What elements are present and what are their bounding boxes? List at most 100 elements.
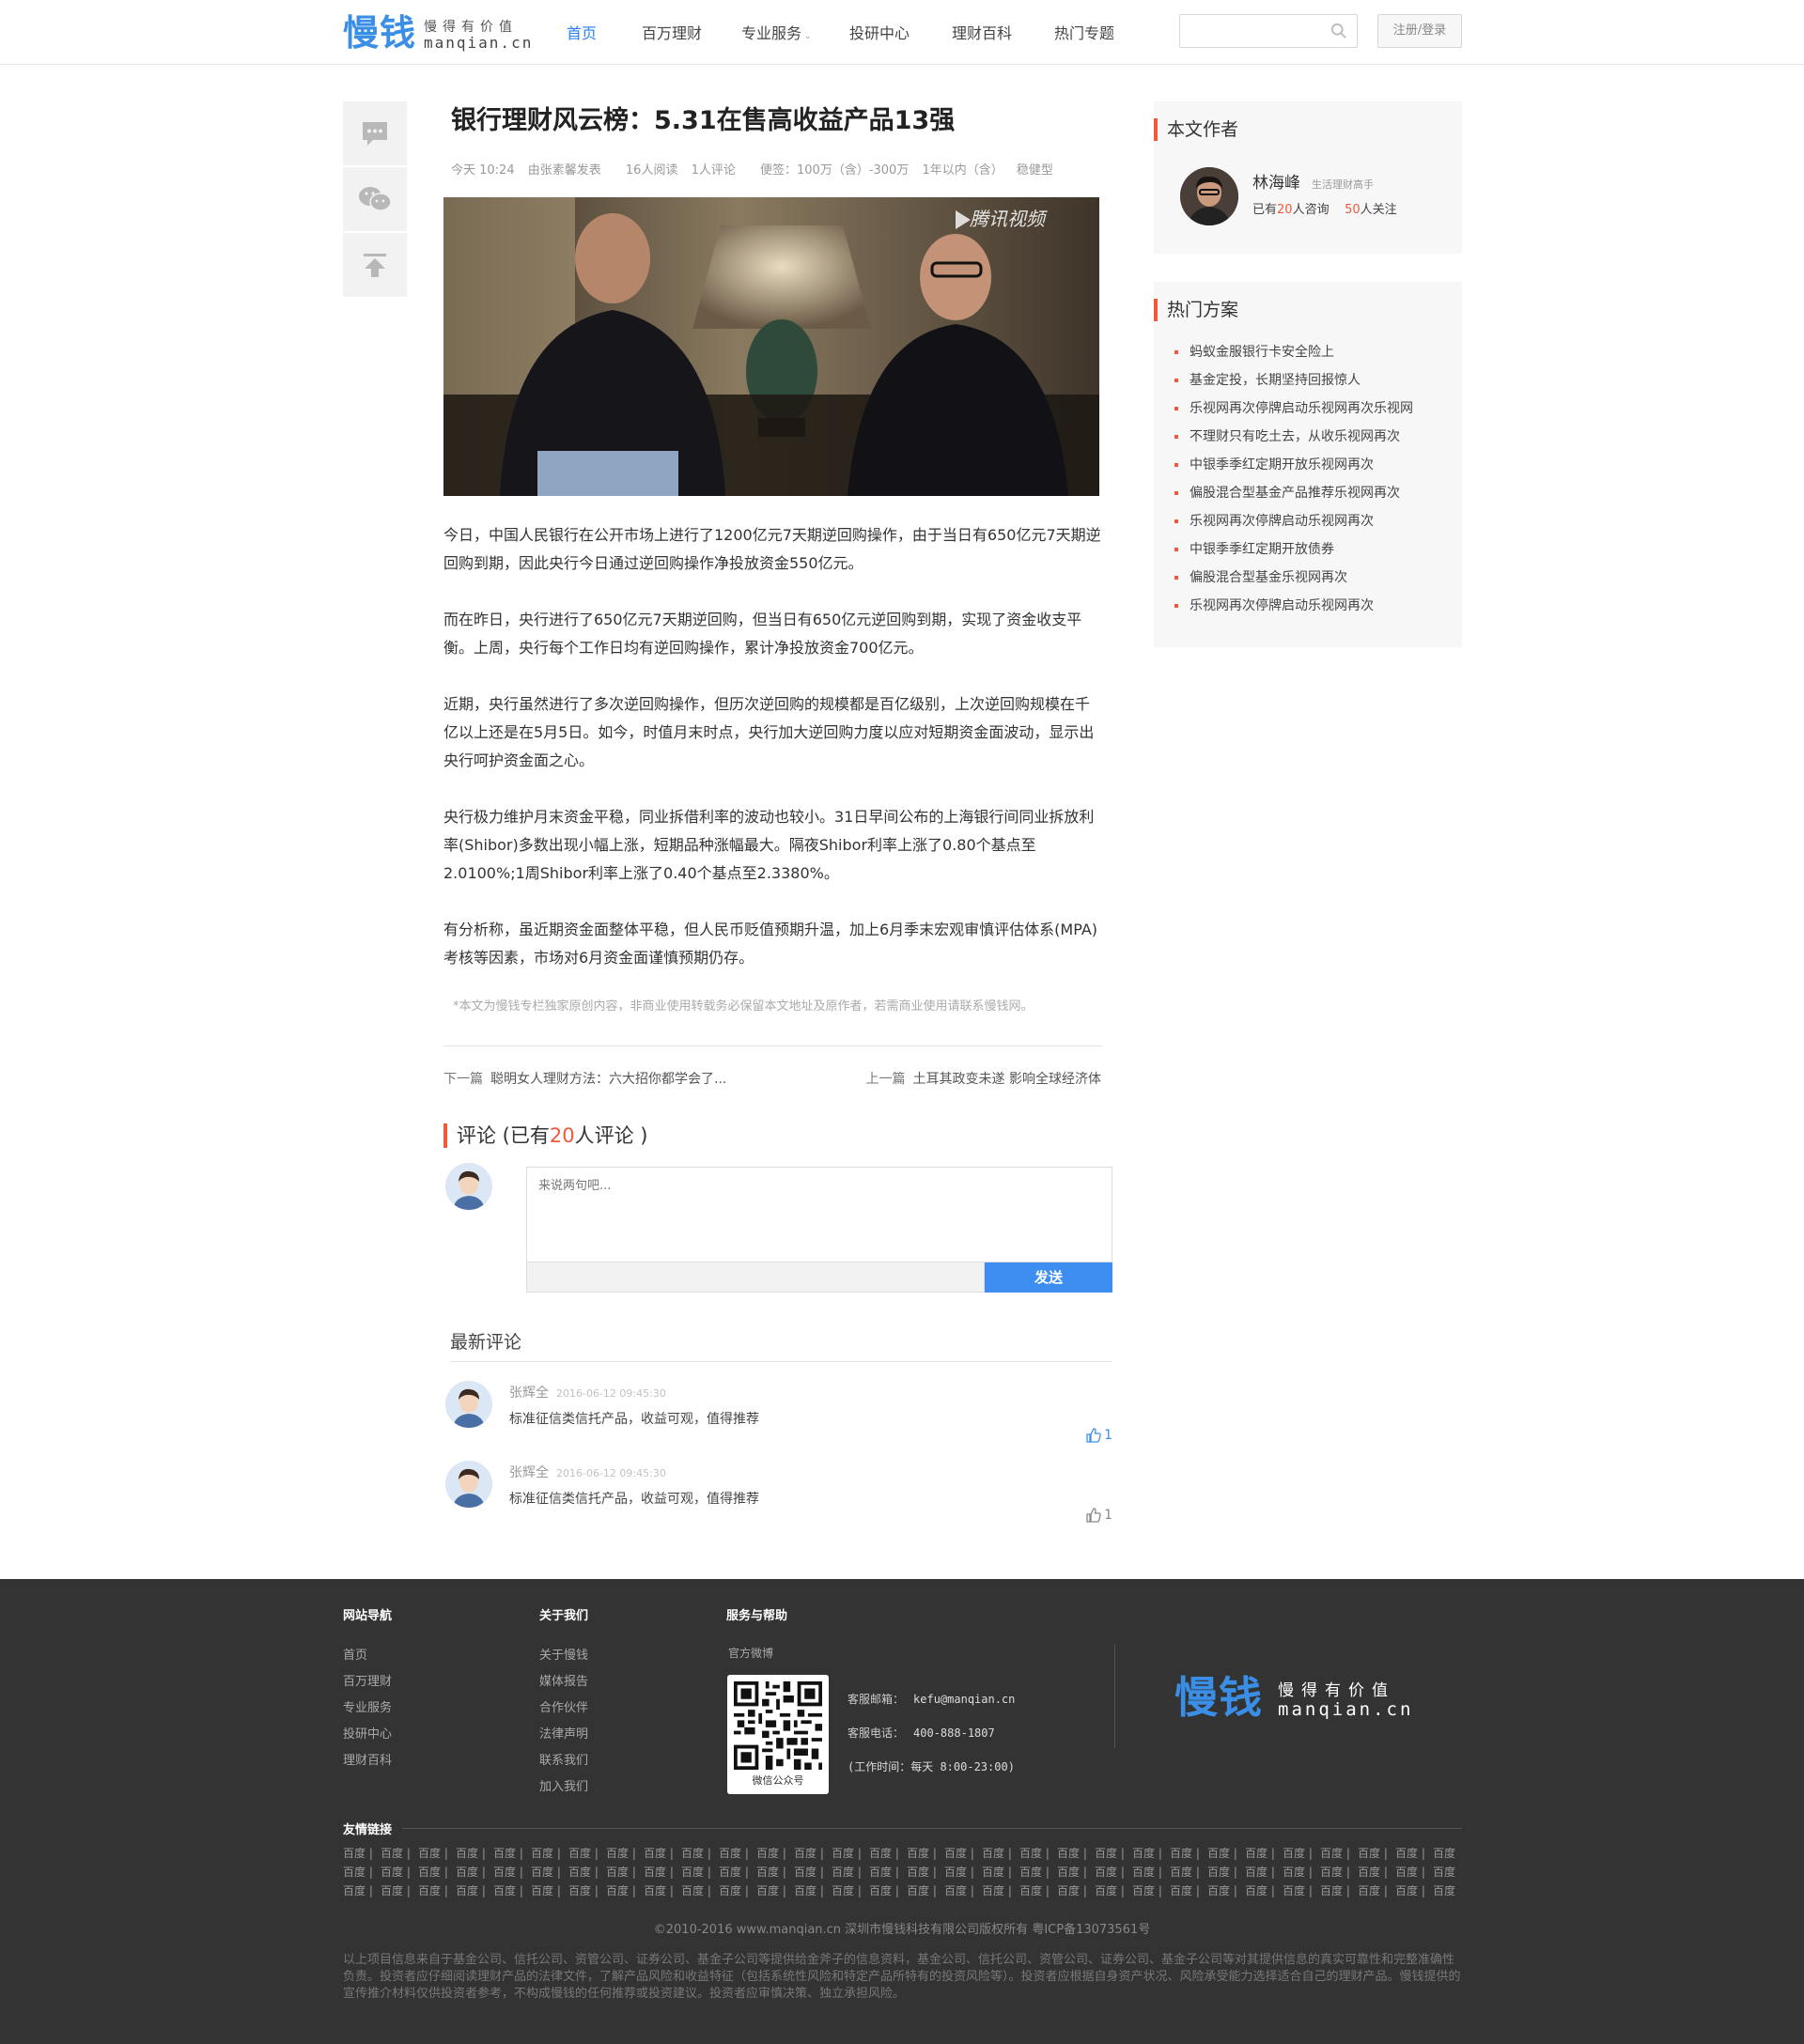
- friend-link[interactable]: 百度 |: [1132, 1863, 1170, 1881]
- friend-link[interactable]: 百度 |: [644, 1844, 681, 1863]
- wechat-share-button[interactable]: [343, 167, 407, 231]
- friend-link[interactable]: 百度 |: [418, 1881, 456, 1900]
- footer-link[interactable]: 加入我们: [539, 1774, 588, 1801]
- friend-link[interactable]: 百度 |: [1320, 1844, 1358, 1863]
- friend-link[interactable]: 百度 |: [719, 1863, 756, 1881]
- friend-link[interactable]: 百度 |: [568, 1881, 606, 1900]
- nav-million-finance[interactable]: 百万理财: [642, 21, 702, 43]
- friend-link[interactable]: 百度 |: [418, 1844, 456, 1863]
- friend-link[interactable]: 百度: [1433, 1881, 1462, 1900]
- friend-link[interactable]: 百度 |: [907, 1844, 944, 1863]
- friend-link[interactable]: 百度 |: [531, 1844, 568, 1863]
- friend-link[interactable]: 百度 |: [1057, 1844, 1095, 1863]
- back-to-top-button[interactable]: [343, 233, 407, 297]
- friend-link[interactable]: 百度 |: [381, 1844, 418, 1863]
- author-avatar[interactable]: [1180, 167, 1238, 225]
- footer-link[interactable]: 理财百科: [343, 1748, 392, 1774]
- footer-link[interactable]: 联系我们: [539, 1748, 588, 1774]
- friend-link[interactable]: 百度 |: [756, 1881, 794, 1900]
- hot-plan-item[interactable]: 基金定投，长期坚持回报惊人: [1174, 366, 1456, 395]
- hot-plan-item[interactable]: 乐视网再次停牌启动乐视网再次乐视网: [1174, 395, 1456, 423]
- friend-link[interactable]: 百度 |: [681, 1844, 719, 1863]
- friend-link[interactable]: 百度 |: [1245, 1844, 1283, 1863]
- friend-link[interactable]: 百度 |: [343, 1863, 381, 1881]
- hot-plan-item[interactable]: 中银季季红定期开放乐视网再次: [1174, 451, 1456, 479]
- friend-link[interactable]: 百度: [1433, 1844, 1462, 1863]
- friend-link[interactable]: 百度 |: [944, 1844, 982, 1863]
- footer-link[interactable]: 合作伙伴: [539, 1696, 588, 1722]
- friend-link[interactable]: 百度 |: [568, 1844, 606, 1863]
- friend-link[interactable]: 百度 |: [1132, 1881, 1170, 1900]
- friend-link[interactable]: 百度 |: [456, 1863, 493, 1881]
- footer-link[interactable]: 关于慢钱: [539, 1643, 588, 1669]
- like-button[interactable]: 1: [1086, 1428, 1112, 1443]
- comment-username[interactable]: 张辉全: [509, 1465, 549, 1480]
- friend-link[interactable]: 百度 |: [1019, 1881, 1057, 1900]
- friend-link[interactable]: 百度 |: [644, 1881, 681, 1900]
- friend-link[interactable]: 百度 |: [1245, 1863, 1283, 1881]
- friend-link[interactable]: 百度 |: [756, 1844, 794, 1863]
- hot-plan-item[interactable]: 乐视网再次停牌启动乐视网再次: [1174, 507, 1456, 535]
- friend-link[interactable]: 百度 |: [681, 1881, 719, 1900]
- friend-link[interactable]: 百度 |: [1095, 1844, 1132, 1863]
- friend-link[interactable]: 百度 |: [869, 1844, 907, 1863]
- site-logo[interactable]: 慢钱 慢得有价值 manqian.cn: [343, 11, 531, 54]
- nav-pro-services[interactable]: 专业服务 ⌄: [741, 21, 812, 43]
- friend-link[interactable]: 百度 |: [606, 1863, 644, 1881]
- friend-link[interactable]: 百度: [1433, 1863, 1462, 1881]
- friend-link[interactable]: 百度 |: [1283, 1844, 1320, 1863]
- friend-link[interactable]: 百度 |: [832, 1881, 869, 1900]
- friend-link[interactable]: 百度 |: [944, 1863, 982, 1881]
- friend-link[interactable]: 百度 |: [1207, 1844, 1245, 1863]
- search-input[interactable]: [1186, 21, 1317, 41]
- friend-link[interactable]: 百度 |: [794, 1863, 832, 1881]
- friend-link[interactable]: 百度 |: [1207, 1881, 1245, 1900]
- friend-link[interactable]: 百度 |: [1358, 1881, 1395, 1900]
- friend-link[interactable]: 百度 |: [982, 1881, 1019, 1900]
- friend-link[interactable]: 百度 |: [644, 1863, 681, 1881]
- friend-link[interactable]: 百度 |: [982, 1863, 1019, 1881]
- send-comment-button[interactable]: 发送: [985, 1262, 1112, 1293]
- friend-link[interactable]: 百度 |: [381, 1863, 418, 1881]
- author-name[interactable]: 林海峰 生活理财高手: [1252, 169, 1374, 193]
- friend-link[interactable]: 百度 |: [456, 1844, 493, 1863]
- friend-link[interactable]: 百度 |: [1170, 1844, 1207, 1863]
- footer-link[interactable]: 媒体报告: [539, 1669, 588, 1696]
- comment-share-button[interactable]: [343, 101, 407, 165]
- nav-home[interactable]: 首页: [567, 21, 597, 43]
- footer-link[interactable]: 百万理财: [343, 1669, 392, 1696]
- friend-link[interactable]: 百度 |: [907, 1881, 944, 1900]
- friend-link[interactable]: 百度 |: [907, 1863, 944, 1881]
- nav-research[interactable]: 投研中心: [849, 21, 910, 43]
- prev-article-link[interactable]: 下一篇 聪明女人理财方法：六大招你都学会了...: [443, 1069, 726, 1088]
- friend-link[interactable]: 百度 |: [493, 1844, 531, 1863]
- friend-link[interactable]: 百度 |: [1245, 1881, 1283, 1900]
- friend-link[interactable]: 百度 |: [1057, 1863, 1095, 1881]
- comment-textarea[interactable]: [526, 1167, 1112, 1262]
- friend-link[interactable]: 百度 |: [1283, 1863, 1320, 1881]
- login-register-button[interactable]: 注册/登录: [1377, 14, 1462, 48]
- friend-link[interactable]: 百度 |: [1095, 1881, 1132, 1900]
- contact-email[interactable]: kefu@manqian.cn: [913, 1693, 1015, 1706]
- friend-link[interactable]: 百度 |: [1283, 1881, 1320, 1900]
- friend-link[interactable]: 百度 |: [794, 1844, 832, 1863]
- friend-link[interactable]: 百度 |: [982, 1844, 1019, 1863]
- footer-link[interactable]: 法律声明: [539, 1722, 588, 1748]
- friend-link[interactable]: 百度 |: [568, 1863, 606, 1881]
- comment-username[interactable]: 张辉全: [509, 1386, 549, 1401]
- friend-link[interactable]: 百度 |: [1170, 1863, 1207, 1881]
- friend-link[interactable]: 百度 |: [456, 1881, 493, 1900]
- hot-plan-item[interactable]: 偏股混合型基金乐视网再次: [1174, 564, 1456, 592]
- friend-link[interactable]: 百度 |: [1395, 1863, 1433, 1881]
- friend-link[interactable]: 百度 |: [1395, 1881, 1433, 1900]
- nav-hot-topics[interactable]: 热门专题: [1054, 21, 1114, 43]
- friend-link[interactable]: 百度 |: [418, 1863, 456, 1881]
- friend-link[interactable]: 百度 |: [343, 1844, 381, 1863]
- footer-link[interactable]: 投研中心: [343, 1722, 392, 1748]
- weibo-label[interactable]: 官方微博: [728, 1645, 773, 1661]
- friend-link[interactable]: 百度 |: [531, 1881, 568, 1900]
- hot-plan-item[interactable]: 乐视网再次停牌启动乐视网再次: [1174, 592, 1456, 620]
- friend-link[interactable]: 百度 |: [1019, 1863, 1057, 1881]
- friend-link[interactable]: 百度 |: [1358, 1863, 1395, 1881]
- friend-link[interactable]: 百度 |: [493, 1881, 531, 1900]
